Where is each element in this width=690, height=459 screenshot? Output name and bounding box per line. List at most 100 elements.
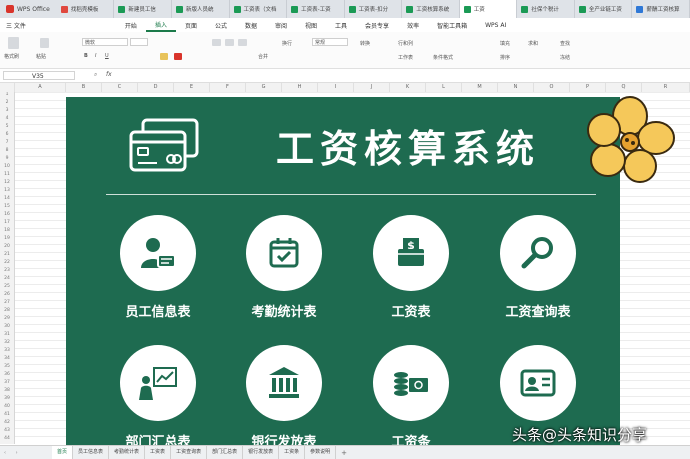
sheet-tab[interactable]: 员工信息表 [73, 446, 110, 459]
row-header[interactable]: 22 [0, 260, 14, 265]
app-button[interactable]: WPS Office [0, 0, 57, 18]
row-header[interactable]: 20 [0, 244, 14, 249]
row-header[interactable]: 14 [0, 196, 14, 201]
row-header[interactable]: 27 [0, 300, 14, 305]
row-header[interactable]: 31 [0, 332, 14, 337]
doc-tab[interactable]: 新版人员统 [172, 0, 230, 18]
row-header[interactable]: 40 [0, 404, 14, 409]
align-right-icon[interactable] [238, 39, 247, 46]
sheet-tab[interactable]: 银行发放表 [243, 446, 280, 459]
doc-tab[interactable]: 薪酬工资核算 [632, 0, 690, 18]
doc-tab[interactable]: 工资表（文档 [230, 0, 288, 18]
row-header[interactable]: 7 [0, 140, 14, 145]
row-header[interactable]: 35 [0, 364, 14, 369]
row-header[interactable]: 16 [0, 212, 14, 217]
row-header[interactable]: 32 [0, 340, 14, 345]
row-header[interactable]: 2 [0, 100, 14, 105]
row-header[interactable]: 8 [0, 148, 14, 153]
column-header[interactable]: A [15, 83, 66, 92]
menu-insert[interactable]: 插入 [145, 18, 176, 32]
copy-icon[interactable] [40, 38, 49, 48]
column-header[interactable]: F [210, 83, 246, 92]
column-header[interactable]: I [318, 83, 354, 92]
row-header[interactable]: 36 [0, 372, 14, 377]
menu-page[interactable]: 页面 [176, 18, 206, 32]
menu-member[interactable]: 会员专享 [356, 18, 398, 32]
sheet-tab[interactable]: 参数说明 [305, 446, 337, 459]
row-header[interactable]: 38 [0, 388, 14, 393]
bank-payment-button[interactable]: 银行发放表 [244, 345, 324, 445]
doc-tab[interactable]: 社保个税计 [517, 0, 575, 18]
doc-tab[interactable]: 工资核算系统 [402, 0, 460, 18]
row-header[interactable]: 26 [0, 292, 14, 297]
doc-tab[interactable]: 新建员工信 [114, 0, 172, 18]
format-painter-label[interactable]: 格式刷 [4, 53, 19, 60]
row-header[interactable]: 21 [0, 252, 14, 257]
file-menu[interactable]: 三 文件 [0, 21, 36, 30]
row-header[interactable]: 19 [0, 236, 14, 241]
row-header[interactable]: 6 [0, 132, 14, 137]
row-header[interactable]: 33 [0, 348, 14, 353]
conditional-format-label[interactable]: 条件格式 [433, 54, 453, 61]
name-box[interactable]: V35 [3, 71, 75, 80]
font-color-icon[interactable] [174, 53, 182, 60]
menu-view[interactable]: 视图 [296, 18, 326, 32]
row-header[interactable]: 15 [0, 204, 14, 209]
align-center-icon[interactable] [225, 39, 234, 46]
id-card-button[interactable] [498, 345, 578, 431]
align-left-icon[interactable] [212, 39, 221, 46]
row-header[interactable]: 9 [0, 156, 14, 161]
row-header[interactable]: 1 [0, 92, 14, 97]
sheet-tab-active[interactable]: 首页 [52, 446, 74, 459]
department-summary-button[interactable]: 部门汇总表 [118, 345, 198, 445]
row-header[interactable]: 37 [0, 380, 14, 385]
payslip-button[interactable]: 工资条 [371, 345, 451, 445]
payroll-button[interactable]: $ 工资表 [371, 215, 451, 320]
row-header[interactable]: 12 [0, 180, 14, 185]
sheet-tab[interactable]: 工资查询表 [171, 446, 208, 459]
row-header[interactable]: 13 [0, 188, 14, 193]
italic-icon[interactable]: I [95, 53, 96, 59]
bold-icon[interactable]: B [84, 53, 88, 59]
doc-tab[interactable]: 工资表-工资 [287, 0, 345, 18]
sheet-tab[interactable]: 部门汇总表 [207, 446, 244, 459]
rows-cols-label[interactable]: 行和列 [398, 40, 413, 47]
column-header[interactable]: D [138, 83, 174, 92]
row-header[interactable]: 18 [0, 228, 14, 233]
row-header[interactable]: 34 [0, 356, 14, 361]
employee-info-button[interactable]: 员工信息表 [118, 215, 198, 320]
column-header[interactable]: K [390, 83, 426, 92]
sheet-nav-arrows[interactable]: ‹ › [0, 450, 52, 456]
merge-label[interactable]: 合并 [258, 53, 268, 60]
column-header-corner[interactable] [0, 83, 15, 92]
row-header[interactable]: 44 [0, 436, 14, 441]
worksheet-label[interactable]: 工作表 [398, 54, 413, 61]
menu-smart-tools[interactable]: 智能工具箱 [428, 18, 476, 32]
row-header[interactable]: 10 [0, 164, 14, 169]
column-header[interactable]: E [174, 83, 210, 92]
menu-tools[interactable]: 工具 [326, 18, 356, 32]
doc-tab[interactable]: 找稻壳模板 [57, 0, 115, 18]
row-header[interactable]: 30 [0, 324, 14, 329]
payroll-query-button[interactable]: 工资查询表 [498, 215, 578, 320]
row-header[interactable]: 17 [0, 220, 14, 225]
attendance-button[interactable]: 考勤统计表 [244, 215, 324, 320]
fill-label[interactable]: 填充 [500, 40, 510, 47]
column-header[interactable]: J [354, 83, 390, 92]
column-header[interactable]: P [570, 83, 606, 92]
row-header[interactable]: 28 [0, 308, 14, 313]
convert-label[interactable]: 转换 [360, 40, 370, 47]
freeze-label[interactable]: 冻结 [560, 54, 570, 61]
menu-data[interactable]: 数据 [236, 18, 266, 32]
row-header[interactable]: 3 [0, 108, 14, 113]
row-header[interactable]: 42 [0, 420, 14, 425]
column-header[interactable]: Q [606, 83, 642, 92]
sort-label[interactable]: 排序 [500, 54, 510, 61]
sheet-tab[interactable]: 工资表 [145, 446, 172, 459]
wrap-label[interactable]: 换行 [282, 40, 292, 47]
column-header[interactable]: M [462, 83, 498, 92]
menu-home[interactable]: 开始 [116, 18, 146, 32]
row-header[interactable]: 25 [0, 284, 14, 289]
row-header[interactable]: 29 [0, 316, 14, 321]
add-sheet-button[interactable]: + [336, 449, 352, 457]
